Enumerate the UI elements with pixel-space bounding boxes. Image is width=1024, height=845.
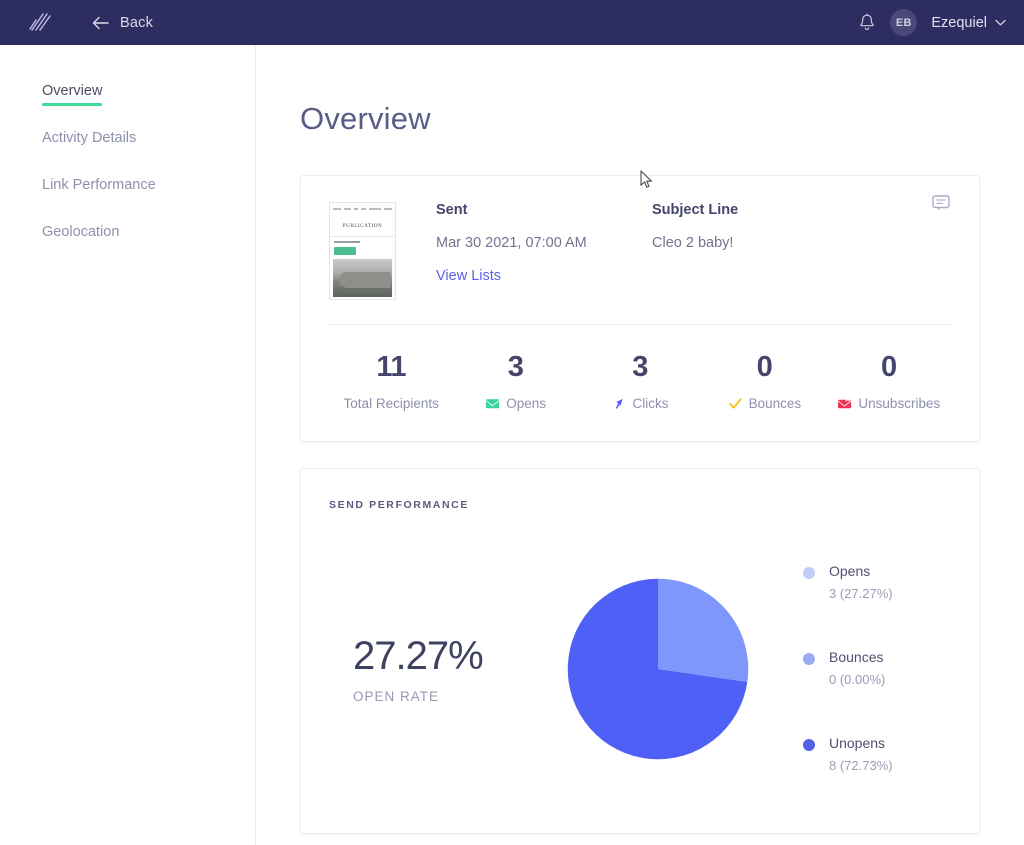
email-preview-thumbnail[interactable]: PUBLICATION (329, 202, 396, 300)
pie-slice-opens (658, 578, 749, 682)
legend-item-unopens: Unopens 8 (72.73%) (803, 735, 893, 775)
thumbnail-photo (333, 259, 392, 297)
stat-value: 0 (881, 351, 897, 383)
view-lists-link[interactable]: View Lists (436, 268, 614, 284)
stat-clicks: 3 Clicks (578, 351, 702, 411)
bell-icon[interactable] (858, 12, 876, 33)
campaign-summary-card: PUBLICATION Sent Mar 30 2021, 07:00 AM V… (300, 175, 980, 442)
slashes-logo-icon[interactable] (26, 10, 52, 36)
stat-label: Clicks (632, 396, 669, 411)
send-performance-card: SEND PERFORMANCE 27.27% OPEN RATE Opens … (300, 468, 980, 834)
stat-label-wrap: Bounces (702, 396, 826, 411)
main-content: Overview PUBLICATION Sent Mar 30 2021, 0… (256, 45, 1024, 845)
stat-unsubscribes: 0 Unsubscribes (827, 351, 951, 411)
sidebar-item-label: Geolocation (42, 224, 120, 240)
page-shell: Overview Activity Details Link Performan… (0, 45, 1024, 845)
thumbnail-footer (330, 297, 395, 299)
thumbnail-nav-strip (330, 203, 395, 215)
chevron-down-icon (995, 19, 1006, 26)
legend-value: 8 (72.73%) (829, 758, 893, 773)
cursor-arrow-icon (615, 398, 623, 409)
pie-svg (567, 578, 749, 760)
legend-label: Opens (829, 563, 871, 579)
open-rate-value: 27.27% (353, 634, 484, 678)
stats-row: 11 Total Recipients 3 Opens 3 Clicks 0 B… (301, 325, 979, 441)
subject-value: Cleo 2 baby! (652, 235, 734, 251)
sidebar-item-activity-details[interactable]: Activity Details (42, 130, 136, 153)
open-rate-label: OPEN RATE (353, 689, 440, 704)
legend-value: 3 (27.27%) (829, 586, 893, 601)
stat-bounces: 0 Bounces (702, 351, 826, 411)
stat-label: Unsubscribes (858, 396, 941, 411)
sent-info: Sent Mar 30 2021, 07:00 AM View Lists (436, 202, 614, 300)
sent-value: Mar 30 2021, 07:00 AM (436, 235, 587, 251)
stat-opens: 3 Opens (453, 351, 577, 411)
legend-dot-icon (803, 567, 815, 579)
sidebar-item-geolocation[interactable]: Geolocation (42, 224, 119, 247)
stat-label-wrap: Clicks (578, 396, 702, 411)
stat-label: Bounces (748, 396, 802, 411)
campaign-summary-header: PUBLICATION Sent Mar 30 2021, 07:00 AM V… (301, 176, 979, 324)
legend-dot-icon (803, 653, 815, 665)
envelope-icon (486, 399, 500, 409)
sidebar-item-label: Link Performance (42, 177, 156, 193)
sidebar-item-overview[interactable]: Overview (42, 83, 103, 106)
legend-label: Unopens (829, 735, 886, 751)
stat-value: 3 (632, 351, 648, 383)
subject-info: Subject Line Cleo 2 baby! (652, 202, 830, 300)
thumbnail-button (334, 247, 356, 255)
sidebar-item-label: Activity Details (42, 130, 137, 146)
send-performance-title: SEND PERFORMANCE (329, 499, 469, 511)
envelope-x-icon (838, 397, 852, 409)
stat-value: 0 (756, 351, 773, 383)
user-name: Ezequiel (931, 14, 987, 31)
user-menu[interactable]: Ezequiel (931, 15, 1006, 31)
sidebar-nav: Overview Activity Details Link Performan… (42, 83, 255, 271)
comment-bubble-icon[interactable] (931, 194, 951, 212)
stat-label-wrap: Unsubscribes (827, 396, 951, 411)
open-rate-block: 27.27% OPEN RATE (329, 634, 563, 704)
legend-label: Bounces (829, 649, 884, 665)
check-icon (729, 398, 742, 409)
subject-label: Subject Line (652, 202, 739, 218)
stat-total-recipients: 11 Total Recipients (329, 351, 453, 411)
stat-value: 11 (376, 351, 407, 383)
pie-legend: Opens 3 (27.27%) Bounces 0 (0.00%) Unope… (803, 563, 893, 775)
legend-item-opens: Opens 3 (27.27%) (803, 563, 893, 603)
sidebar-item-label: Overview (42, 83, 103, 99)
sidebar: Overview Activity Details Link Performan… (0, 45, 256, 845)
avatar[interactable]: EB (890, 9, 918, 36)
send-performance-pie-chart (563, 574, 753, 764)
stat-label: Opens (506, 396, 546, 411)
back-label: Back (120, 14, 154, 31)
top-bar: Back EB Ezequiel (0, 0, 1024, 45)
thumbnail-subheading (330, 237, 395, 243)
thumbnail-title: PUBLICATION (330, 215, 395, 237)
legend-item-bounces: Bounces 0 (0.00%) (803, 649, 893, 689)
stat-label: Total Recipients (343, 396, 439, 411)
stat-label-wrap: Opens (453, 396, 577, 411)
page-title: Overview (300, 101, 431, 136)
stat-value: 3 (507, 351, 524, 383)
sent-label: Sent (436, 202, 468, 218)
legend-value: 0 (0.00%) (829, 672, 886, 687)
top-bar-right: EB Ezequiel (858, 9, 1006, 36)
stat-label-wrap: Total Recipients (329, 396, 453, 411)
legend-dot-icon (803, 739, 815, 751)
back-button[interactable]: Back (92, 15, 153, 31)
sidebar-item-link-performance[interactable]: Link Performance (42, 177, 156, 200)
arrow-left-icon (92, 16, 109, 29)
send-performance-body: 27.27% OPEN RATE Opens 3 (27.27%) Bounce… (329, 563, 951, 775)
